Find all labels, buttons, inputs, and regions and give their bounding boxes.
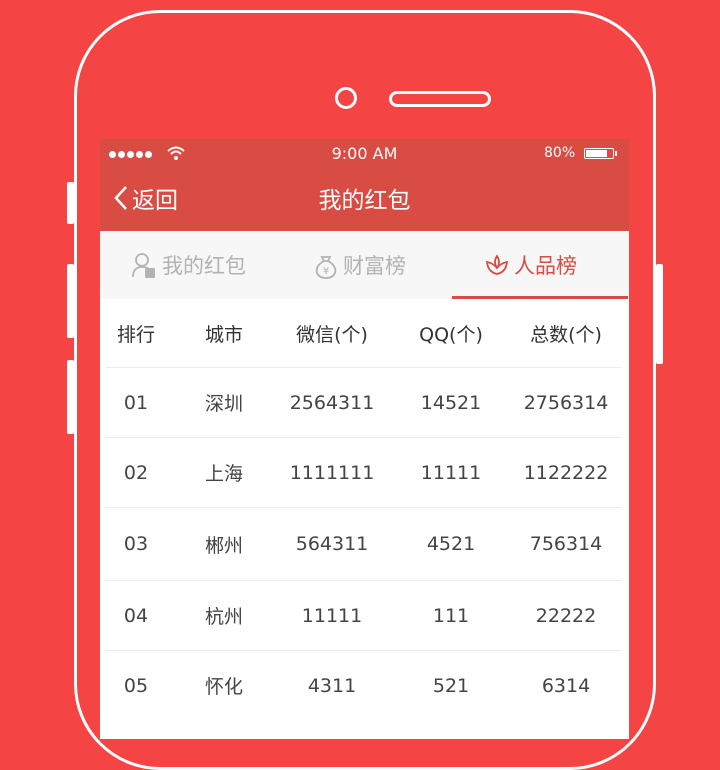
svg-text:¥: ¥ (323, 266, 329, 277)
city-cell: 深圳 (204, 393, 243, 415)
person-redpacket-icon (132, 253, 155, 278)
ranking-table: 排行 城市 微信(个) QQ(个) 总数(个) 01 深圳 2564311 14… (106, 299, 621, 720)
flower-icon (485, 254, 509, 275)
top-bar: 9:00 AM 80% 返回 我的红包 (100, 139, 629, 231)
rank-cell: 02 (123, 461, 149, 484)
qq-cell: 4521 (426, 533, 476, 555)
front-camera (335, 87, 357, 109)
table-row: 04 杭州 11111 111 22222 (106, 581, 621, 651)
battery-icon (584, 148, 614, 159)
power-button (656, 264, 663, 364)
volume-down-button (67, 360, 74, 434)
money-bag-icon: ¥ (315, 256, 337, 279)
wechat-cell: 564311 (295, 533, 369, 555)
table-row: 01 深圳 2564311 14521 2756314 (106, 368, 621, 438)
battery-percent: 80% (544, 145, 576, 161)
qq-cell: 521 (432, 674, 470, 697)
table-row: 05 怀化 4311 521 6314 (106, 651, 621, 720)
tab-label: 财富榜 (343, 254, 406, 278)
city-cell: 郴州 (204, 534, 243, 557)
header-rank: 排行 (116, 323, 155, 346)
tab-bar: 我的红包 ¥ 财富榜 人品榜 (100, 231, 629, 299)
header-wechat: 微信(个) (296, 323, 368, 346)
header-city: 城市 (204, 323, 243, 346)
table-row: 02 上海 1111111 11111 1122222 (106, 438, 621, 508)
wechat-cell: 11111 (301, 604, 363, 627)
wechat-cell: 4311 (307, 674, 357, 697)
app-screen: 9:00 AM 80% 返回 我的红包 我的红包 ¥ 财富榜 人品榜 排行 城市… (100, 139, 629, 739)
page-title: 我的红包 (318, 188, 411, 214)
total-cell: 22222 (535, 604, 597, 627)
tab-wealth-rank[interactable]: ¥ 财富榜 (313, 231, 406, 299)
header-total: 总数(个) (530, 323, 602, 346)
wechat-cell: 2564311 (289, 391, 375, 414)
table-header-row: 排行 城市 微信(个) QQ(个) 总数(个) (106, 299, 621, 368)
table-row: 03 郴州 564311 4521 756314 (106, 508, 621, 581)
tab-character-rank[interactable]: 人品榜 (484, 231, 577, 299)
total-cell: 2756314 (523, 391, 609, 414)
tab-label: 我的红包 (162, 254, 246, 278)
total-cell: 1122222 (523, 461, 609, 484)
city-cell: 怀化 (204, 676, 243, 698)
qq-cell: 111 (432, 604, 470, 627)
rank-cell: 04 (123, 604, 149, 627)
header-qq: QQ(个) (419, 323, 483, 346)
qq-cell: 14521 (420, 391, 482, 414)
total-cell: 6314 (541, 674, 591, 697)
rank-cell: 01 (123, 391, 149, 414)
earpiece-speaker (389, 91, 491, 107)
wechat-cell: 1111111 (289, 461, 375, 484)
city-cell: 上海 (204, 463, 243, 485)
rank-cell: 03 (123, 533, 149, 555)
tab-my-redpacket[interactable]: 我的红包 (130, 231, 246, 299)
city-cell: 杭州 (204, 606, 243, 628)
rank-cell: 05 (123, 674, 149, 697)
total-cell: 756314 (529, 533, 603, 555)
volume-up-button (67, 264, 74, 338)
tab-label: 人品榜 (514, 254, 577, 278)
mute-switch (67, 182, 74, 224)
qq-cell: 11111 (420, 461, 482, 484)
